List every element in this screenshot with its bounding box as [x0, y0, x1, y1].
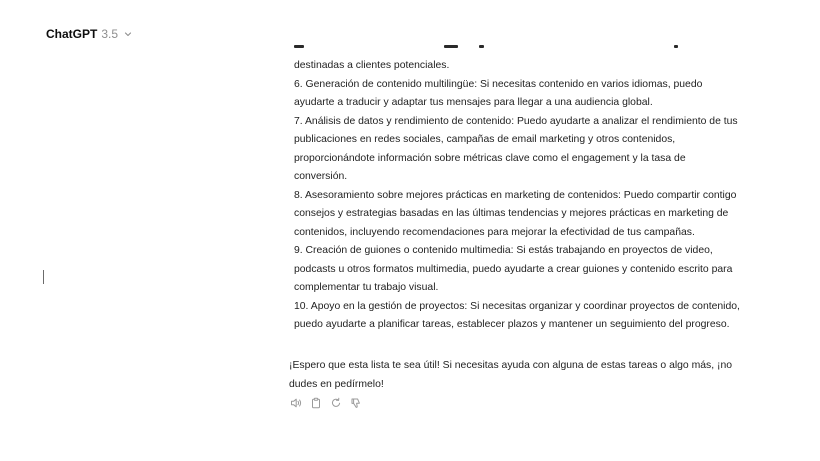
message-line: 8. Asesoramiento sobre mejores prácticas…: [294, 189, 737, 201]
speaker-icon: [290, 397, 303, 409]
message-line: podcasts u otros formatos multimedia, pu…: [294, 263, 733, 275]
message-line: contenidos, incluyendo recomendaciones p…: [294, 226, 695, 238]
message-line: consejos y estrategias basadas en las úl…: [294, 208, 729, 219]
closing-line: dudes en pedírmelo!: [289, 378, 384, 390]
message-body: destinadas a clientes potenciales. 6. Gen…: [294, 57, 740, 335]
model-name: ChatGPT: [46, 27, 98, 41]
thumbs-down-icon: [350, 397, 362, 409]
message-line: 7. Análisis de datos y rendimiento de co…: [294, 115, 738, 127]
message-line: puedo ayudarte a planificar tareas, esta…: [294, 319, 730, 330]
regenerate-icon: [330, 397, 342, 409]
message-line: ayudarte a traducir y adaptar tus mensaj…: [294, 97, 653, 108]
message-line: 10. Apoyo en la gestión de proyectos: Si…: [294, 300, 740, 312]
closing-line: ¡Espero que esta lista te sea útil! Si n…: [289, 360, 733, 371]
regenerate-button[interactable]: [329, 396, 343, 410]
message-line: proporcionándote información sobre métri…: [294, 152, 686, 164]
message-line: conversión.: [294, 171, 348, 182]
message-line: 9. Creación de guiones o contenido multi…: [294, 245, 713, 256]
message-line: publicaciones en redes sociales, campaña…: [294, 134, 676, 145]
clipboard-icon: [310, 397, 322, 409]
text-cursor: [43, 270, 44, 284]
clipped-text-line: [294, 39, 694, 49]
chevron-down-icon: [123, 29, 133, 39]
read-aloud-button[interactable]: [289, 396, 303, 410]
model-selector[interactable]: ChatGPT 3.5: [46, 24, 133, 44]
message-line: complementar tu trabajo visual.: [294, 282, 439, 293]
message-line: destinadas a clientes potenciales.: [294, 60, 450, 71]
copy-button[interactable]: [309, 396, 323, 410]
model-version: 3.5: [101, 27, 119, 41]
message-actions: [289, 396, 363, 410]
message-closing: ¡Espero que esta lista te sea útil! Si n…: [289, 357, 732, 394]
chat-page: ChatGPT 3.5 destinadas a clientes potenc…: [0, 0, 820, 461]
thumbs-down-button[interactable]: [349, 396, 363, 410]
message-line: 6. Generación de contenido multilingüe: …: [294, 78, 703, 90]
